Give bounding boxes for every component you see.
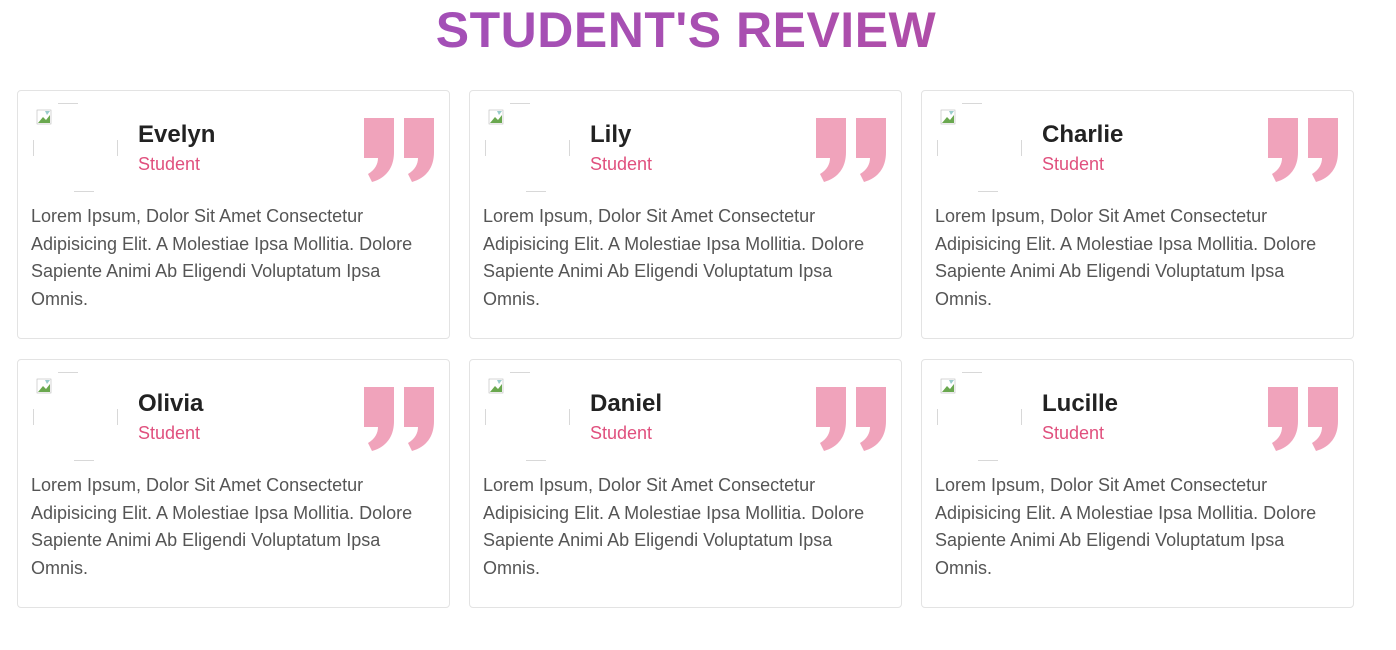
review-card: Evelyn Student Lorem Ipsum, Dolor Sit Am…: [17, 90, 450, 339]
reviewer-role: Student: [590, 154, 653, 174]
review-text: Lorem Ipsum, Dolor Sit Amet Consectetur …: [31, 206, 413, 309]
quote-icon: [1268, 118, 1338, 182]
review-card: Daniel Student Lorem Ipsum, Dolor Sit Am…: [469, 359, 902, 608]
review-text: Lorem Ipsum, Dolor Sit Amet Consectetur …: [483, 206, 865, 309]
quote-icon: [816, 387, 886, 451]
broken-image-icon: [488, 378, 504, 394]
review-text: Lorem Ipsum, Dolor Sit Amet Consectetur …: [31, 475, 413, 578]
reviewer-name: Lucille: [1042, 390, 1119, 417]
review-card: Charlie Student Lorem Ipsum, Dolor Sit A…: [921, 90, 1354, 339]
reviewer-role: Student: [1042, 154, 1105, 174]
avatar: [483, 372, 573, 462]
broken-image-icon: [940, 109, 956, 125]
review-text: Lorem Ipsum, Dolor Sit Amet Consectetur …: [935, 475, 1317, 578]
reviewer-name: Olivia: [138, 390, 204, 417]
avatar: [935, 372, 1025, 462]
broken-image-icon: [36, 378, 52, 394]
reviewer-name: Daniel: [590, 390, 663, 417]
avatar: [935, 103, 1025, 193]
reviewer-role: Student: [138, 154, 201, 174]
review-card: Olivia Student Lorem Ipsum, Dolor Sit Am…: [17, 359, 450, 608]
reviewer-name: Charlie: [1042, 121, 1124, 148]
broken-image-icon: [488, 109, 504, 125]
reviewer-name: Evelyn: [138, 121, 216, 148]
avatar: [483, 103, 573, 193]
reviewer-role: Student: [590, 423, 653, 443]
review-text: Lorem Ipsum, Dolor Sit Amet Consectetur …: [483, 475, 865, 578]
broken-image-icon: [940, 378, 956, 394]
review-card: Lily Student Lorem Ipsum, Dolor Sit Amet…: [469, 90, 902, 339]
review-card: Lucille Student Lorem Ipsum, Dolor Sit A…: [921, 359, 1354, 608]
reviewer-role: Student: [138, 423, 201, 443]
reviews-grid: Evelyn Student Lorem Ipsum, Dolor Sit Am…: [17, 90, 1354, 608]
review-text: Lorem Ipsum, Dolor Sit Amet Consectetur …: [935, 206, 1317, 309]
section-title: STUDENT'S REVIEW: [0, 2, 1372, 58]
quote-icon: [364, 118, 434, 182]
broken-image-icon: [36, 109, 52, 125]
reviewer-name: Lily: [590, 121, 632, 148]
quote-icon: [364, 387, 434, 451]
avatar: [31, 372, 121, 462]
reviewer-role: Student: [1042, 423, 1105, 443]
quote-icon: [1268, 387, 1338, 451]
avatar: [31, 103, 121, 193]
quote-icon: [816, 118, 886, 182]
